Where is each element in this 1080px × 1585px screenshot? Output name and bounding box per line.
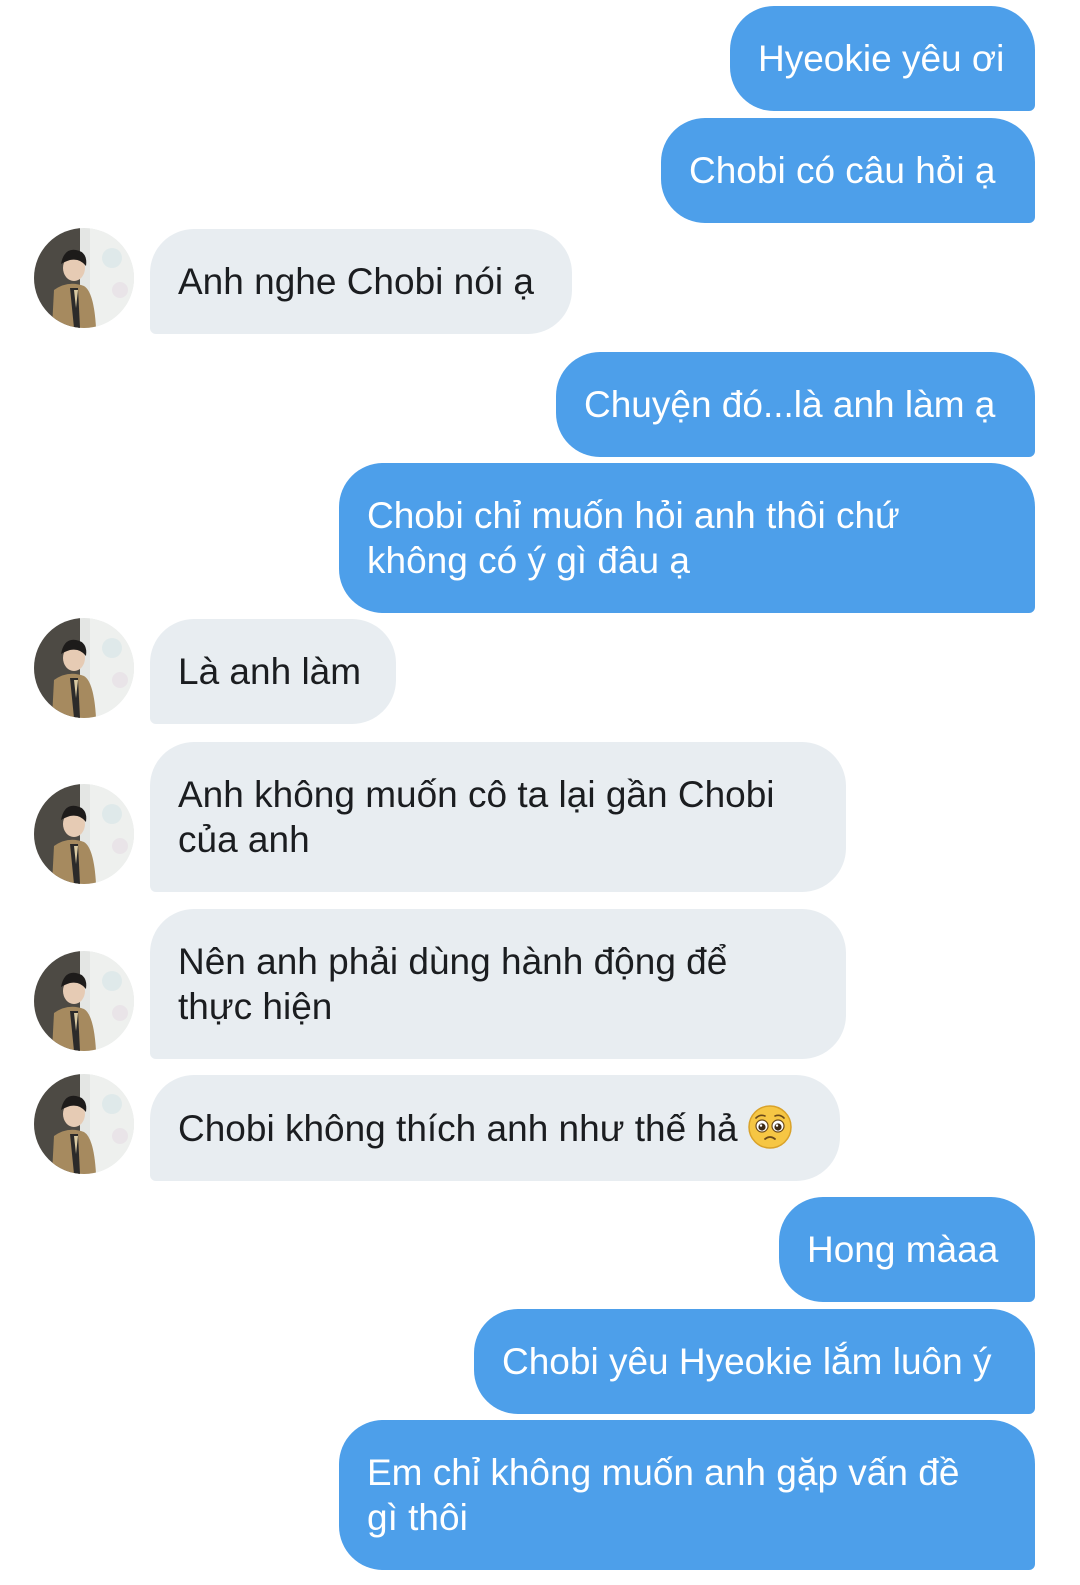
contact-avatar[interactable] — [34, 784, 134, 884]
message-text: Chobi không thích anh như thế hả — [178, 1108, 738, 1149]
contact-avatar[interactable] — [34, 228, 134, 328]
received-message-bubble[interactable]: Nên anh phải dùng hành động để thực hiện — [150, 909, 846, 1059]
chat-thread[interactable]: Hyeokie yêu ơi Chobi có câu hỏi ạ Anh ng… — [0, 0, 1080, 1585]
sent-message-bubble[interactable]: Chobi yêu Hyeokie lắm luôn ý — [474, 1309, 1035, 1414]
avatar-image — [34, 784, 134, 884]
received-message-bubble[interactable]: Là anh làm — [150, 619, 396, 724]
sent-message-bubble[interactable]: Hyeokie yêu ơi — [730, 6, 1035, 111]
sent-message-bubble[interactable]: Em chỉ không muốn anh gặp vấn đề gì thôi — [339, 1420, 1035, 1570]
pleading-face-icon — [748, 1105, 792, 1149]
contact-avatar[interactable] — [34, 618, 134, 718]
avatar-image — [34, 228, 134, 328]
sent-message-bubble[interactable]: Chuyện đó...là anh làm ạ — [556, 352, 1035, 457]
contact-avatar[interactable] — [34, 1074, 134, 1174]
avatar-image — [34, 951, 134, 1051]
received-message-bubble[interactable]: Anh nghe Chobi nói ạ — [150, 229, 572, 334]
contact-avatar[interactable] — [34, 951, 134, 1051]
sent-message-bubble[interactable]: Hong màaa — [779, 1197, 1035, 1302]
received-message-bubble[interactable]: Anh không muốn cô ta lại gần Chobi của a… — [150, 742, 846, 892]
sent-message-bubble[interactable]: Chobi chỉ muốn hỏi anh thôi chứ không có… — [339, 463, 1035, 613]
received-message-bubble[interactable]: Chobi không thích anh như thế hả — [150, 1075, 840, 1181]
avatar-image — [34, 1074, 134, 1174]
avatar-image — [34, 618, 134, 718]
sent-message-bubble[interactable]: Chobi có câu hỏi ạ — [661, 118, 1035, 223]
